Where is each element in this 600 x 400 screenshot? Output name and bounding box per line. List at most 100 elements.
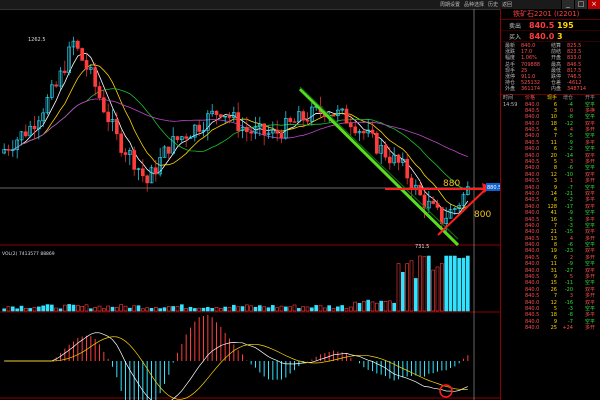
volume-bar [301, 306, 305, 312]
volume-bar [15, 308, 19, 312]
tick-header: 时间 价格 现手 增仓 开平 [503, 95, 600, 102]
minimize-button[interactable]: _ [561, 0, 574, 9]
candle-body [435, 203, 440, 208]
volume-bar [440, 263, 444, 312]
tick-type: 多开 [584, 325, 595, 332]
toolbar-link-3[interactable]: 返回 [502, 1, 512, 8]
stat-value: 361174 [521, 86, 541, 93]
volume-bar [210, 308, 214, 312]
low-price-label: 731.5 [415, 244, 429, 250]
volume-bar [71, 304, 76, 312]
volume-bar [93, 307, 97, 312]
volume-bar [84, 304, 89, 312]
high-price-label: 1262.5 [28, 37, 46, 43]
volume-bar [401, 271, 405, 312]
chart-svg[interactable]: 1262.5 731.5 880 800 880.5 VOL(2) 7413577 888… [0, 9, 500, 400]
candle-body [24, 131, 28, 137]
candle-body [102, 97, 106, 113]
tick-qty: 25 [550, 325, 557, 332]
tick-header-cell: 时间 [503, 94, 514, 101]
volume-bar [266, 307, 271, 312]
candle-body [375, 132, 379, 154]
toolbar-link-1[interactable]: 品种选择 [464, 1, 484, 8]
sell-row: 卖出 840.5 195 [501, 20, 600, 31]
candle-body [349, 122, 353, 128]
candle-body [32, 125, 37, 130]
tick-list[interactable]: 时间 价格 现手 增仓 开平 14:59 840.0 6 -4 空平 840.5 3 0 多换 840.0 1… [501, 95, 600, 332]
candle-body [167, 146, 171, 154]
volume-bar [119, 304, 123, 312]
candle-body [331, 115, 336, 117]
tick-header-cell: 现手 [546, 94, 557, 101]
volume-bar [275, 307, 279, 312]
volume-bar [396, 263, 401, 312]
volume-bar [236, 306, 240, 312]
volume-bar [357, 302, 362, 312]
volume-bar [457, 258, 461, 312]
trend-line [298, 87, 460, 247]
candle-body [245, 127, 249, 133]
volume-bar [54, 307, 58, 312]
volume-bar [435, 266, 440, 312]
volume-bar [422, 256, 427, 312]
volume-bar [41, 305, 45, 312]
candle-body [145, 175, 149, 184]
candle-body [63, 70, 67, 74]
volume-bar [158, 308, 162, 312]
volume-bar [253, 306, 258, 312]
candle-body [275, 129, 279, 134]
candle-body [440, 207, 444, 224]
stats-row: 外盘 361174 内盘 348714 [505, 86, 600, 92]
candle-body [301, 111, 305, 121]
candle-body [362, 131, 366, 134]
toolbar-link-2[interactable]: 历史 [488, 1, 498, 8]
candle-body [383, 144, 388, 158]
volume-bar [24, 308, 28, 312]
volume-bar [110, 306, 115, 312]
tick-header-cell: 增仓 [562, 94, 573, 101]
buy-volume: 3 [557, 31, 563, 41]
close-button[interactable]: × [587, 0, 600, 9]
candle-body [305, 119, 310, 122]
volume-bar [349, 306, 353, 312]
volume-bar [427, 255, 431, 312]
kline-chart[interactable]: 1262.5 731.5 880 800 880.5 VOL(2) 7413577 888… [0, 9, 500, 400]
volume-bar [50, 304, 54, 312]
volume-bar [219, 308, 223, 312]
volume-bar [292, 304, 297, 312]
tick-oi-change: +24 [562, 325, 573, 332]
candle-body [6, 149, 11, 151]
volume-bar [362, 301, 366, 312]
volume-bar [323, 307, 327, 312]
volume-bar [305, 306, 310, 312]
candle-body [279, 132, 284, 139]
candle-body [141, 168, 145, 177]
volume-bar [448, 255, 453, 312]
volume-bar [258, 305, 262, 312]
volume-bar [379, 300, 383, 312]
candle-body [214, 110, 219, 115]
volume-bar [162, 307, 167, 312]
candle-body [132, 150, 136, 170]
candle-body [344, 108, 349, 124]
volume-bar [383, 301, 388, 312]
volume-bar [314, 305, 318, 312]
volume-bar [149, 307, 154, 312]
tick-price: 840.0 [525, 325, 540, 332]
volume-bar [288, 306, 292, 312]
volume-bar [128, 307, 132, 312]
candle-body [262, 123, 266, 135]
volume-bar [32, 307, 37, 312]
volume-bar [201, 307, 206, 312]
annotation-880: 880 [443, 179, 460, 189]
candle-body [119, 133, 123, 153]
maximize-button[interactable]: □ [574, 0, 587, 9]
toolbar-link-0[interactable]: 周期设置 [440, 1, 460, 8]
candle-body [175, 136, 180, 140]
tick-header-cell: 价格 [525, 94, 536, 101]
sell-price: 840.5 [529, 20, 555, 30]
candle-body [388, 156, 392, 164]
volume-bar [366, 299, 370, 312]
candle-body [292, 121, 297, 123]
ma20-line [4, 88, 468, 191]
